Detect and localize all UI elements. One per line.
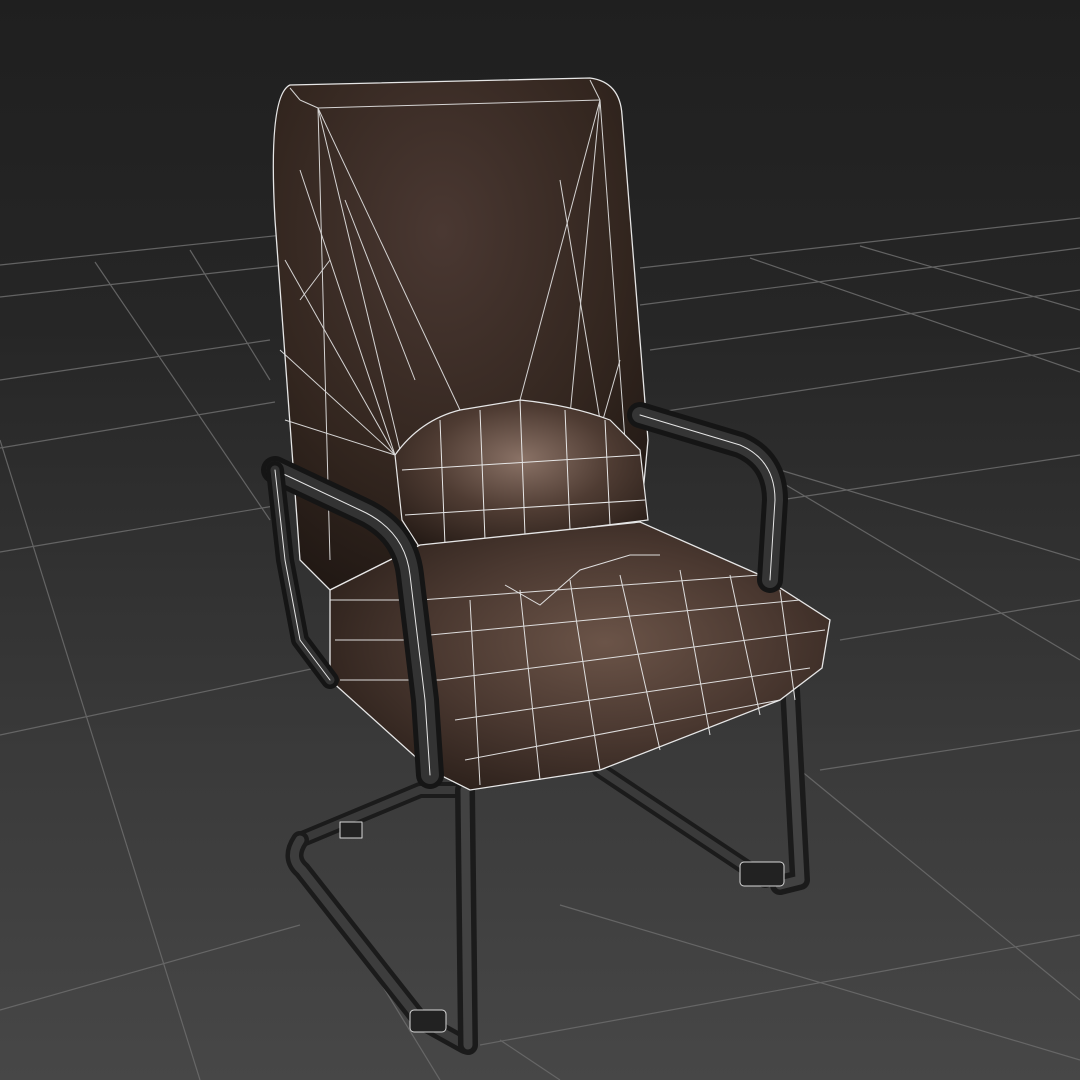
viewport-canvas	[0, 77, 1080, 1080]
3d-viewport[interactable]	[0, 0, 1080, 1080]
